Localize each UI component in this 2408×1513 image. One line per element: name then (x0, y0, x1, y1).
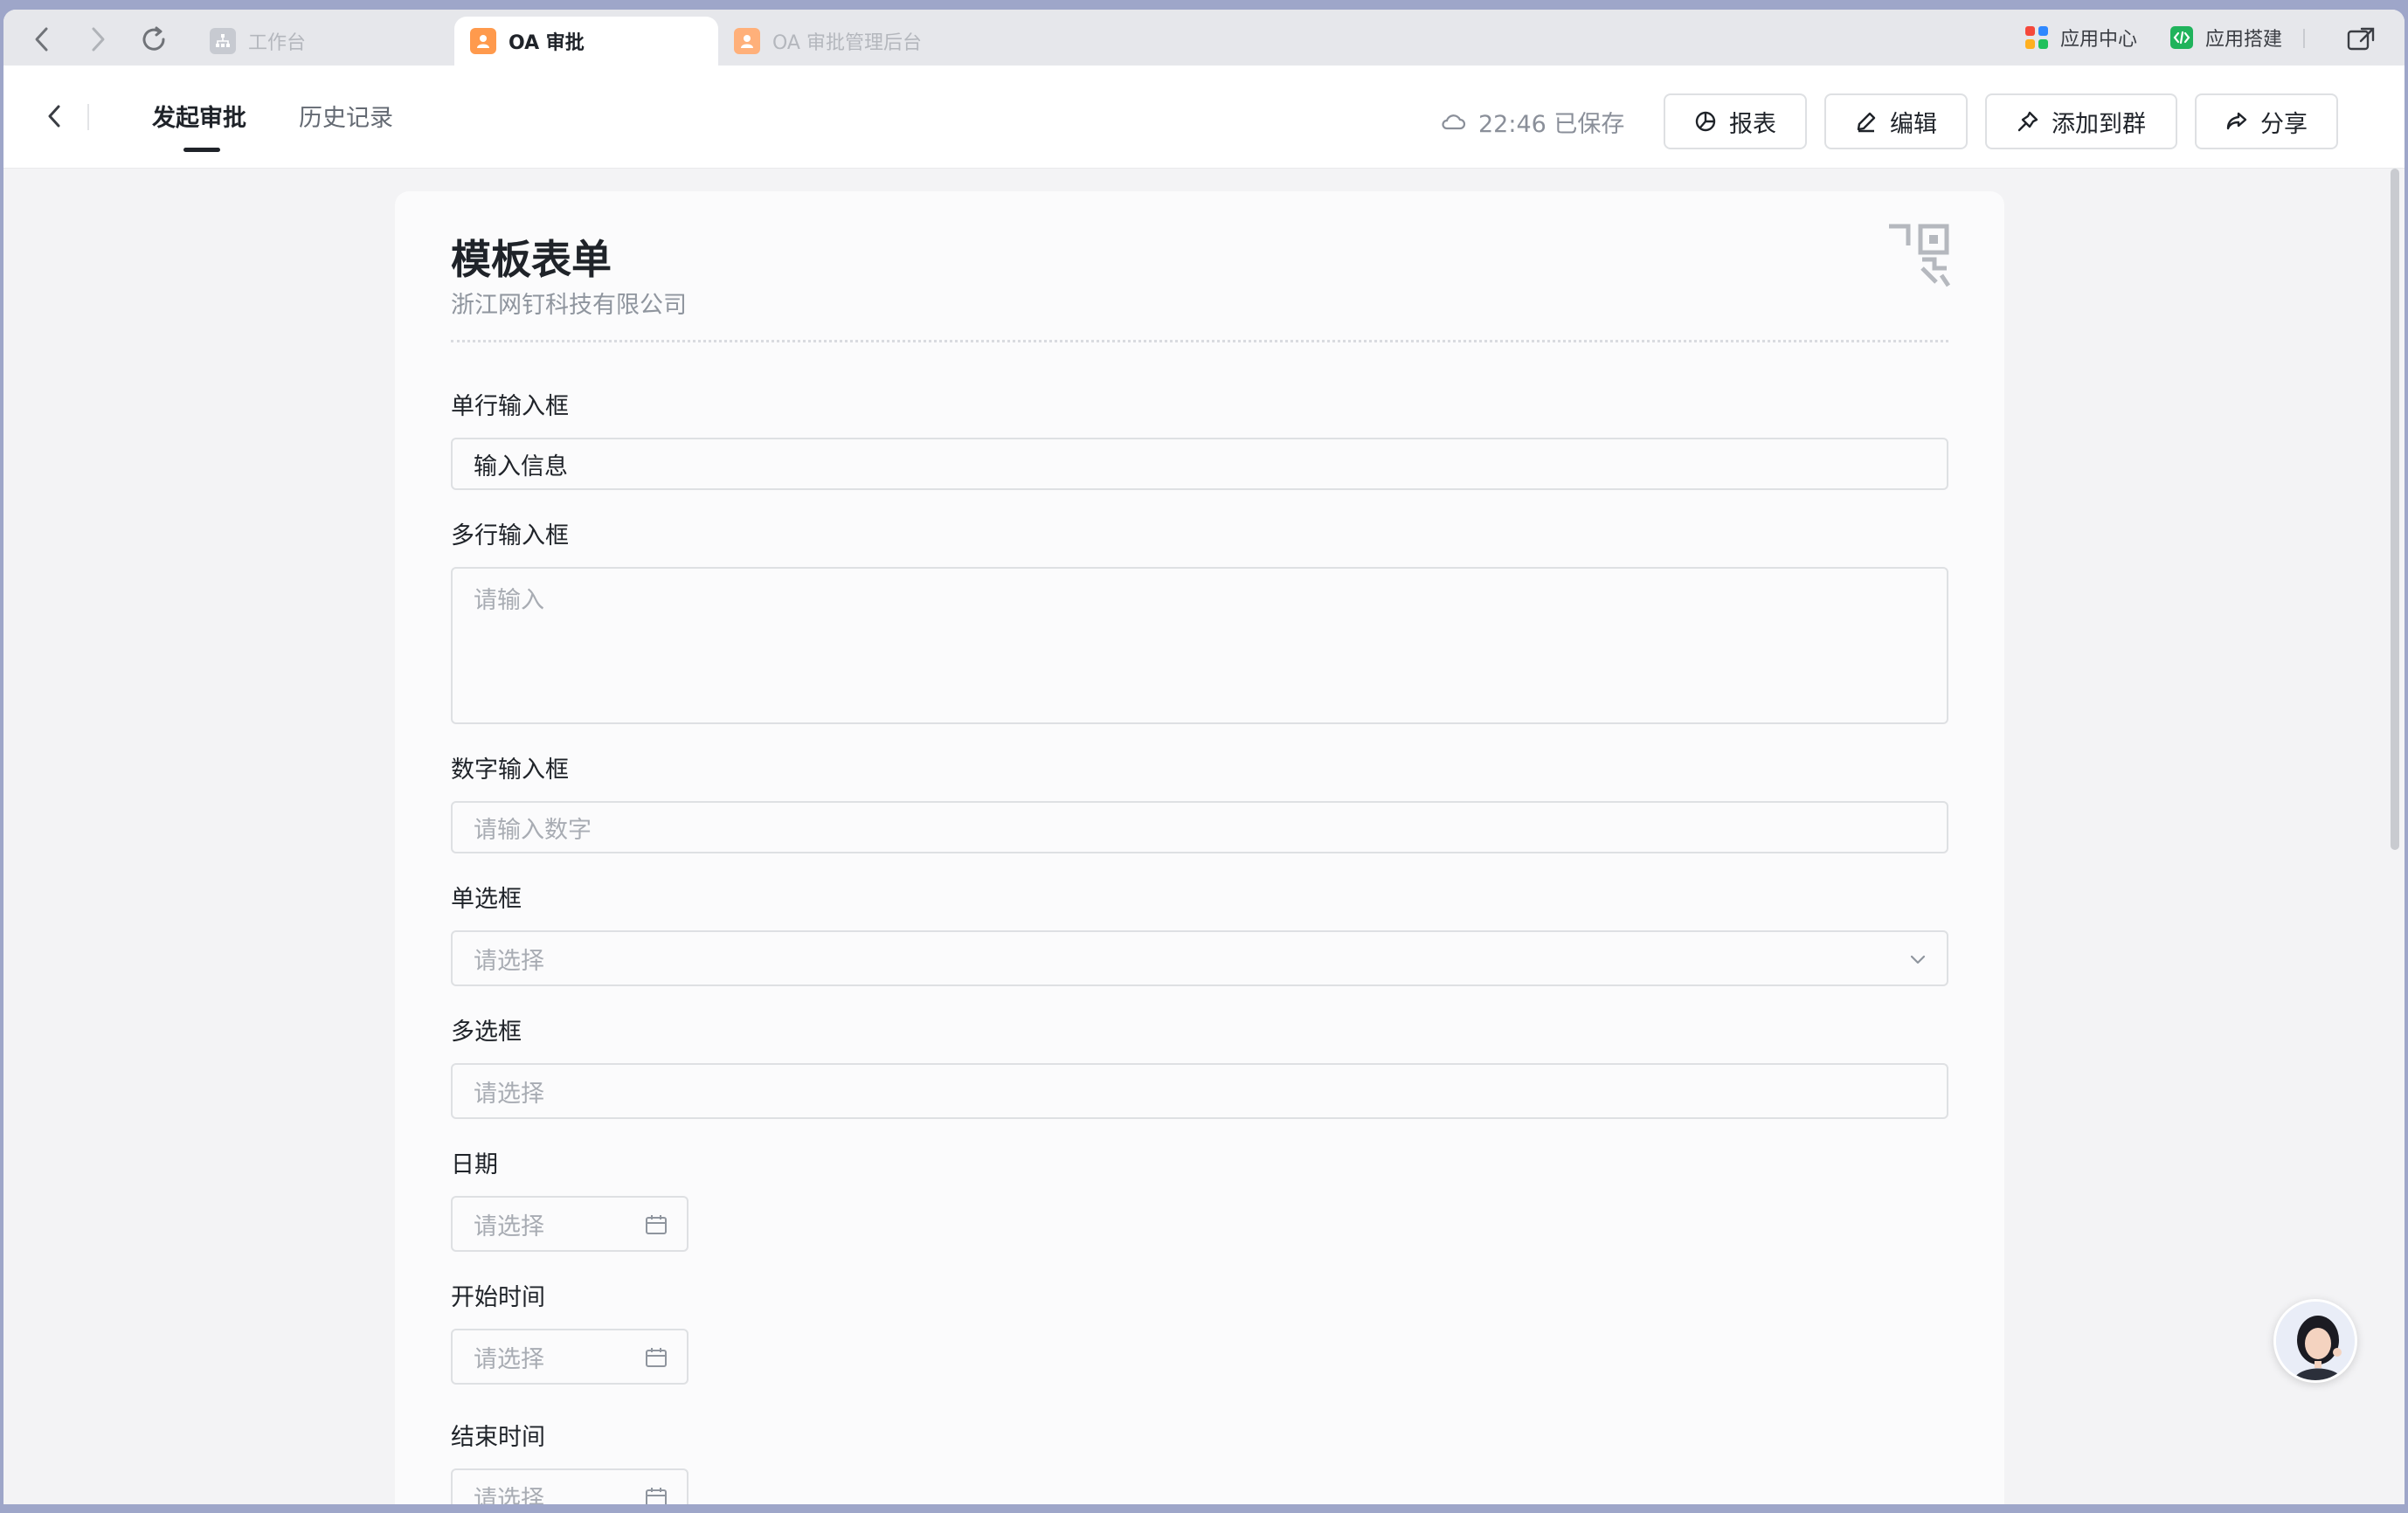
chevron-left-icon (48, 105, 60, 128)
content-area: 模板表单 浙江网钉科技有限公司 单行输入框 输入信息 多行输入框 请输入 数字输… (3, 169, 2405, 1504)
app-builder-button[interactable]: 应用搭建 (2169, 22, 2282, 53)
tab-history[interactable]: 历史记录 (299, 99, 393, 133)
form-title: 模板表单 (451, 236, 612, 283)
number-input[interactable]: 请输入数字 (451, 801, 1948, 853)
single-line-label: 单行输入框 (451, 393, 569, 420)
calendar-icon (646, 1215, 667, 1234)
app-builder-icon (2170, 26, 2193, 49)
tab-label: OA 审批 (509, 32, 585, 54)
page-header: 发起审批 历史记录 22:46 已保存 报表 编辑 添加到群 分享 (3, 66, 2405, 169)
end-time-picker[interactable]: 请选择 (451, 1468, 688, 1504)
browser-refresh-button[interactable] (135, 20, 173, 59)
multi-line-textarea[interactable]: 请输入 (451, 567, 1948, 724)
save-status: 22:46 已保存 (1440, 106, 1624, 138)
multi-line-label: 多行输入框 (451, 522, 569, 549)
single-line-input[interactable]: 输入信息 (451, 438, 1948, 490)
pencil-icon (1857, 112, 1876, 133)
chevron-right-icon (92, 27, 105, 52)
oa-admin-icon (734, 28, 760, 54)
toolbar-divider (2303, 29, 2305, 48)
active-tab-indicator (183, 148, 220, 152)
header-divider (87, 104, 89, 130)
end-time-placeholder: 请选择 (474, 1485, 544, 1505)
pin-icon (2017, 111, 2038, 132)
app-center-icon (2025, 26, 2048, 49)
checkbox-select[interactable]: 请选择 (451, 1063, 1948, 1119)
date-placeholder: 请选择 (474, 1212, 544, 1240)
checkbox-label: 多选框 (451, 1019, 522, 1046)
app-window: 工作台 OA 审批 OA 审批管理后台 应用中心 应用搭建 发起审批 历史记录 … (3, 10, 2405, 1504)
tab-label: 工作台 (248, 32, 307, 54)
browser-back-button[interactable] (23, 20, 61, 59)
tab-oa-approval[interactable]: OA 审批 (454, 17, 718, 66)
external-window-icon (2347, 27, 2375, 51)
browser-forward-button[interactable] (79, 20, 117, 59)
browser-tab-bar: 工作台 OA 审批 OA 审批管理后台 应用中心 应用搭建 (3, 10, 2405, 66)
app-center-button[interactable]: 应用中心 (2024, 22, 2137, 53)
tab-initiate-approval[interactable]: 发起审批 (152, 99, 246, 133)
start-time-label: 开始时间 (451, 1284, 545, 1311)
radio-select-placeholder: 请选择 (474, 947, 544, 975)
radio-select[interactable]: 请选择 (451, 930, 1948, 986)
date-label: 日期 (451, 1151, 498, 1178)
calendar-icon (646, 1348, 667, 1367)
back-button[interactable] (35, 97, 73, 135)
number-label: 数字输入框 (451, 756, 569, 784)
end-time-label: 结束时间 (451, 1424, 545, 1451)
qr-code-icon[interactable] (1887, 223, 1950, 289)
chevron-down-icon (1910, 955, 1926, 964)
workbench-icon (210, 28, 236, 54)
edit-button[interactable]: 编辑 (1824, 93, 1968, 149)
add-to-group-button[interactable]: 添加到群 (1985, 93, 2177, 149)
assistant-avatar[interactable] (2273, 1299, 2357, 1383)
report-button[interactable]: 报表 (1664, 93, 1807, 149)
chevron-left-icon (35, 27, 48, 52)
tab-label: OA 审批管理后台 (772, 32, 922, 54)
start-time-picker[interactable]: 请选择 (451, 1329, 688, 1385)
radio-label: 单选框 (451, 886, 522, 913)
open-external-button[interactable] (2342, 20, 2380, 59)
share-icon (2226, 112, 2247, 130)
pie-chart-icon (1695, 111, 1716, 132)
oa-approval-icon (470, 28, 496, 54)
date-picker[interactable]: 请选择 (451, 1196, 688, 1252)
tab-workbench[interactable]: 工作台 (194, 17, 447, 66)
form-card: 模板表单 浙江网钉科技有限公司 单行输入框 输入信息 多行输入框 请输入 数字输… (395, 191, 2004, 1504)
cloud-icon (1442, 114, 1466, 130)
calendar-icon (646, 1488, 667, 1504)
title-divider (451, 340, 1948, 342)
form-subtitle: 浙江网钉科技有限公司 (451, 292, 687, 319)
share-button[interactable]: 分享 (2195, 93, 2338, 149)
tab-oa-admin[interactable]: OA 审批管理后台 (718, 17, 998, 66)
start-time-placeholder: 请选择 (474, 1345, 544, 1373)
refresh-icon (142, 26, 165, 51)
vertical-scrollbar[interactable] (2391, 169, 2399, 850)
